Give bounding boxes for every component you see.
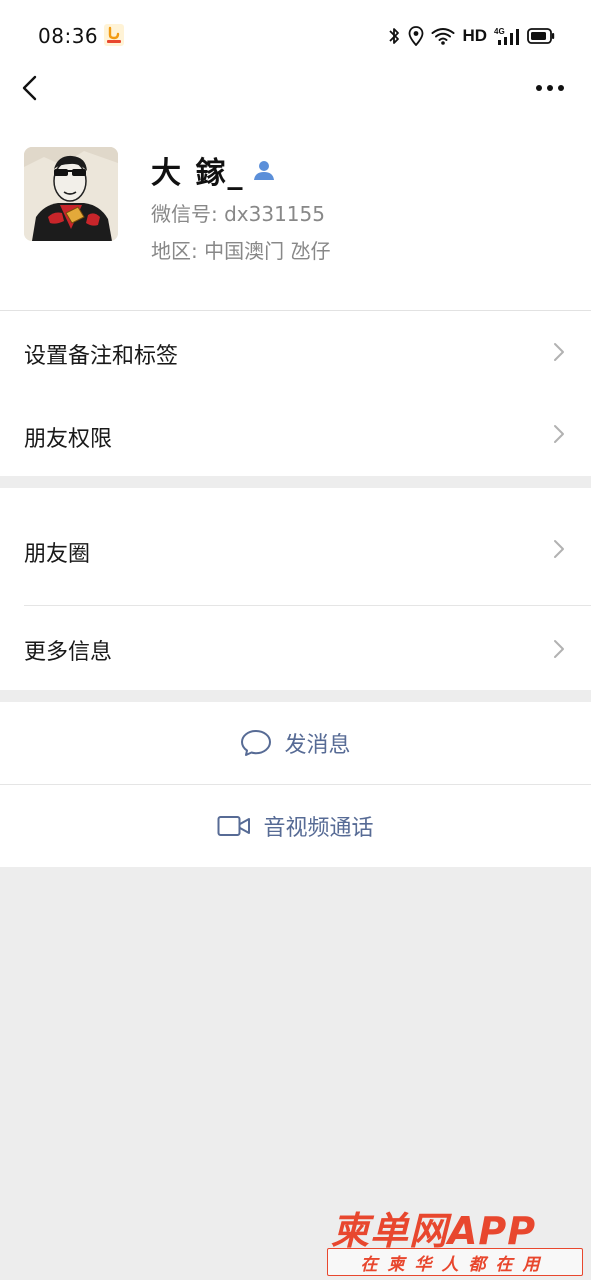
status-bar: 08:36 HD 4G	[0, 0, 591, 70]
send-message-label: 发消息	[284, 733, 351, 758]
send-message-content: 发消息	[240, 727, 351, 759]
cellular-signal-icon: 4G	[494, 27, 519, 45]
av-call-label: 音视频通话	[263, 816, 374, 841]
watermark-title: 柬单网APP	[331, 1209, 537, 1253]
wifi-icon	[431, 28, 455, 45]
nav-bar	[0, 70, 591, 108]
watermark-logo: 柬单网APP 在柬华人都在用	[327, 1200, 585, 1276]
send-message-button[interactable]: 发消息	[0, 702, 591, 784]
chevron-right-icon	[554, 343, 564, 361]
row-label: 朋友权限	[24, 427, 113, 452]
signal-4g-label: 4G	[494, 27, 505, 36]
chevron-right-icon	[554, 540, 564, 558]
location-icon	[409, 26, 424, 46]
row-friend-permissions[interactable]: 朋友权限	[0, 393, 591, 476]
name-row: 大 鎵_	[151, 152, 276, 191]
battery-icon	[527, 28, 555, 44]
chat-bubble-icon	[241, 730, 272, 756]
chevron-right-icon	[554, 425, 564, 443]
av-call-content: 音视频通话	[217, 810, 374, 842]
profile-header: 大 鎵_ 微信号: dx331155 地区: 中国澳门 氹仔	[0, 108, 591, 310]
more-options-icon[interactable]	[535, 78, 565, 98]
back-arrow-icon[interactable]	[18, 72, 42, 104]
status-icons: HD 4G	[387, 24, 555, 48]
video-camera-icon	[217, 816, 251, 836]
row-moments[interactable]: 朋友圈	[0, 488, 591, 606]
region: 地区: 中国澳门 氹仔	[151, 239, 331, 263]
chevron-right-icon	[554, 640, 564, 658]
row-label: 朋友圈	[24, 542, 91, 567]
watermark-subtitle-box: 在柬华人都在用	[327, 1248, 583, 1276]
wechat-id: 微信号: dx331155	[151, 202, 325, 226]
bluetooth-icon	[389, 28, 400, 44]
row-label: 设置备注和标签	[24, 344, 179, 369]
watermark-subtitle: 在柬华人都在用	[360, 1254, 550, 1275]
network-type-label: HD	[462, 26, 487, 45]
app-notification-icon	[104, 24, 124, 46]
nickname: 大 鎵_	[151, 156, 245, 191]
avatar-illustration	[24, 147, 118, 241]
status-time: 08:36	[38, 24, 99, 48]
row-more-info[interactable]: 更多信息	[0, 606, 591, 690]
row-set-remark-and-tags[interactable]: 设置备注和标签	[0, 311, 591, 393]
av-call-button[interactable]: 音视频通话	[0, 785, 591, 867]
contact-person-icon	[254, 161, 275, 180]
avatar[interactable]	[24, 147, 118, 241]
row-label: 更多信息	[24, 640, 113, 665]
